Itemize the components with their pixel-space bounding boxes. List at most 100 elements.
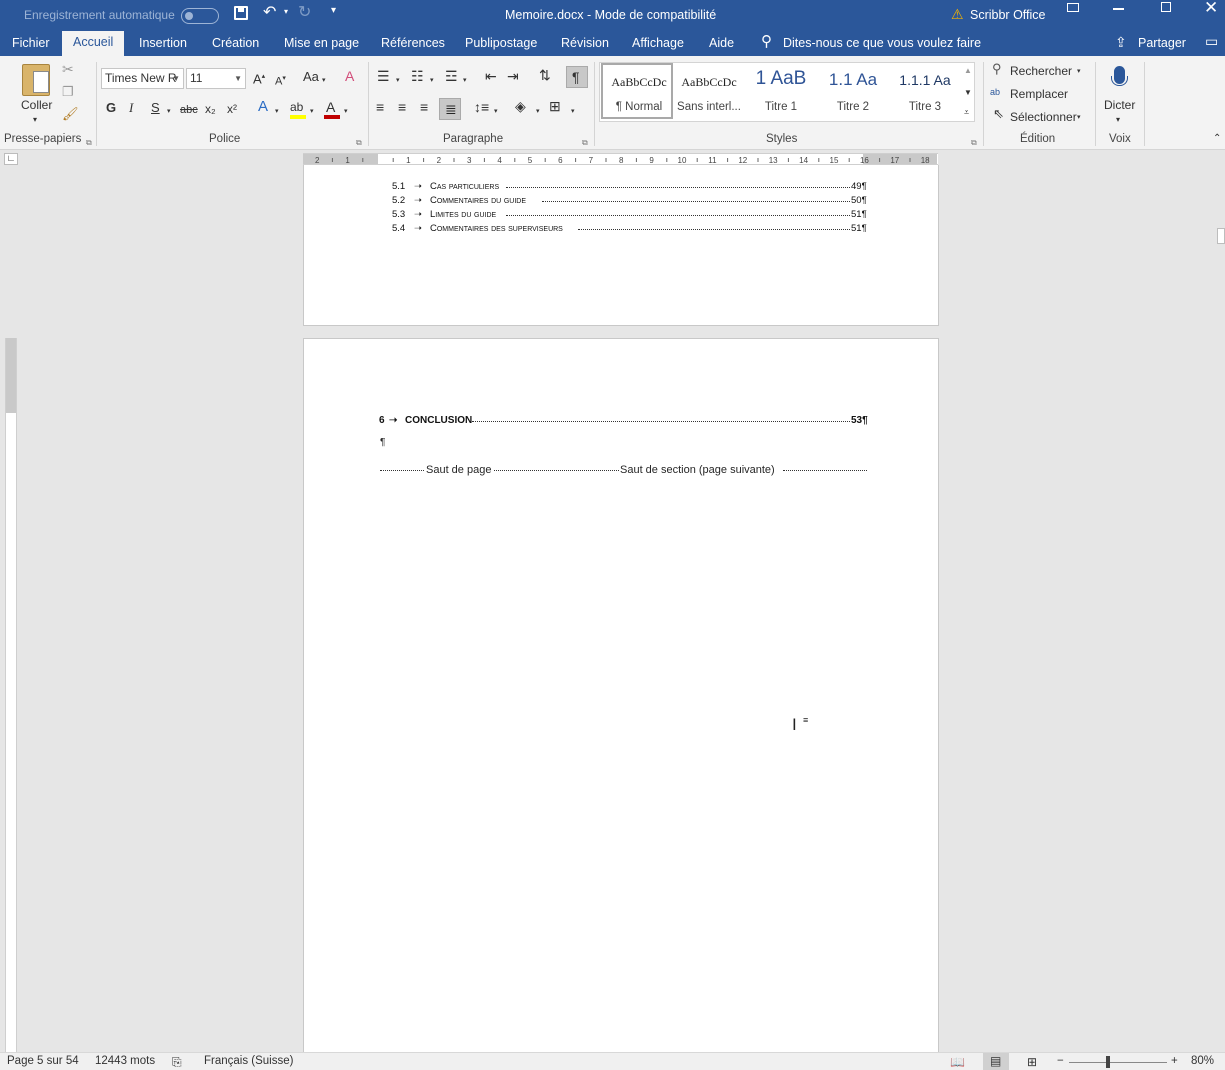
justify-button[interactable]: ≣ (439, 98, 461, 120)
comments-icon[interactable]: ▭ (1205, 33, 1218, 50)
horizontal-ruler[interactable]: 2 1 1 2 3 4 5 6 7 8 9 10 11 12 13 14 15 16 17 18 (303, 153, 938, 165)
close-icon[interactable]: ✕ (1204, 0, 1218, 18)
tab-aide[interactable]: Aide (709, 34, 734, 56)
text-effects-icon[interactable]: A (258, 99, 268, 114)
tab-publipostage[interactable]: Publipostage (465, 34, 537, 56)
select-dropdown-icon[interactable]: ▾ (1077, 111, 1081, 125)
zoom-out-icon[interactable]: − (1057, 1055, 1064, 1067)
align-center-icon[interactable]: ≡ (398, 100, 406, 114)
vertical-scrollbar[interactable] (1217, 153, 1225, 1052)
vertical-ruler[interactable] (5, 338, 17, 1052)
scroll-thumb[interactable] (1217, 228, 1225, 244)
find-button[interactable]: Rechercher (1010, 64, 1072, 78)
decrease-indent-icon[interactable]: ⇤ (485, 69, 497, 83)
toc-entry[interactable]: 5.1 ➝ Cas particuliers 49¶ (392, 181, 872, 195)
bullets-dropdown-icon[interactable]: ▾ (396, 74, 400, 88)
print-layout-button[interactable]: ▤ (983, 1053, 1009, 1070)
ribbon-display-options-icon[interactable] (1067, 3, 1079, 12)
grow-font-icon[interactable]: A▴ (253, 70, 265, 86)
copy-icon[interactable]: ❐ (62, 85, 74, 99)
borders-icon[interactable]: ⊞ (549, 99, 561, 113)
zoom-in-icon[interactable]: + (1171, 1055, 1178, 1067)
tab-references[interactable]: Références (381, 34, 445, 56)
line-spacing-icon[interactable]: ↕≡ (474, 100, 489, 114)
undo-dropdown-icon[interactable]: ▾ (284, 7, 288, 16)
save-icon[interactable] (234, 6, 248, 20)
styles-scroll-down-icon[interactable]: ▼ (964, 86, 972, 100)
zoom-slider[interactable] (1069, 1062, 1167, 1063)
paragraph-launcher-icon[interactable]: ⧉ (582, 136, 588, 150)
styles-scroll-up-icon[interactable]: ▲ (964, 64, 972, 78)
strikethrough-button[interactable]: abc (180, 103, 198, 117)
styles-more-icon[interactable]: ⩡ (964, 105, 969, 119)
autosave-toggle[interactable] (181, 8, 219, 24)
dictate-button[interactable]: Dicter (1104, 98, 1135, 112)
font-launcher-icon[interactable]: ⧉ (356, 136, 362, 150)
highlight-dropdown-icon[interactable]: ▾ (310, 105, 314, 119)
multilevel-dropdown-icon[interactable]: ▾ (463, 74, 467, 88)
tab-creation[interactable]: Création (212, 34, 259, 56)
zoom-level[interactable]: 80% (1191, 1055, 1214, 1067)
font-name-combo[interactable]: Times New R ▼ (101, 68, 184, 89)
line-spacing-dropdown-icon[interactable]: ▾ (494, 105, 498, 119)
replace-button[interactable]: Remplacer (1010, 87, 1068, 101)
numbering-icon[interactable]: ☷ (411, 69, 424, 83)
page-current[interactable]: 6 ➝ CONCLUSION 53¶ ¶ Saut de page Saut d… (303, 338, 939, 1052)
tell-me-input[interactable]: Dites-nous ce que vous voulez faire (783, 34, 981, 56)
style-heading-2[interactable]: 1.1 Aa Titre 2 (817, 63, 889, 119)
clipboard-launcher-icon[interactable]: ⧉ (86, 136, 92, 150)
style-normal[interactable]: AaBbCcDc ¶ Normal (601, 63, 673, 119)
bullets-icon[interactable]: ☰ (377, 69, 390, 83)
font-color-icon[interactable]: A (326, 100, 335, 114)
addin-label[interactable]: Scribbr Office (970, 8, 1046, 22)
styles-launcher-icon[interactable]: ⧉ (971, 136, 977, 150)
font-size-combo[interactable]: 11 ▼ (186, 68, 246, 89)
tab-accueil[interactable]: Accueil (62, 31, 125, 56)
subscript-button[interactable]: x₂ (205, 102, 216, 116)
web-layout-icon[interactable]: ⊞ (1027, 1055, 1037, 1069)
show-marks-button[interactable]: ¶ (566, 66, 588, 88)
tab-fichier[interactable]: Fichier (12, 34, 50, 56)
proofing-icon[interactable]: ⎘ (172, 1055, 182, 1070)
customize-quick-access-icon[interactable]: ▾ (331, 5, 336, 16)
italic-button[interactable]: I (129, 101, 133, 115)
underline-button[interactable]: S (151, 101, 160, 115)
paste-dropdown-icon[interactable]: ▾ (33, 113, 37, 127)
format-painter-icon[interactable]: 🖌 (62, 107, 79, 121)
align-right-icon[interactable]: ≡ (420, 100, 428, 114)
change-case-button[interactable]: Aa (303, 70, 319, 84)
read-mode-icon[interactable]: 📖 (950, 1055, 965, 1069)
shading-icon[interactable]: ◈ (515, 99, 526, 113)
tab-insertion[interactable]: Insertion (139, 34, 187, 56)
collapse-ribbon-icon[interactable]: ⌃ (1213, 132, 1221, 146)
share-button[interactable]: Partager (1138, 34, 1186, 56)
language[interactable]: Français (Suisse) (204, 1055, 293, 1067)
font-color-dropdown-icon[interactable]: ▾ (344, 105, 348, 119)
redo-icon[interactable]: ↻ (298, 2, 311, 22)
empty-paragraph-mark[interactable]: ¶ (380, 437, 385, 448)
style-heading-3[interactable]: 1.1.1 Aa Titre 3 (889, 63, 961, 119)
dictate-dropdown-icon[interactable]: ▾ (1116, 113, 1120, 127)
page-count[interactable]: Page 5 sur 54 (7, 1055, 79, 1067)
select-button[interactable]: Sélectionner (1010, 110, 1077, 124)
tab-mise-en-page[interactable]: Mise en page (284, 34, 359, 56)
tab-revision[interactable]: Révision (561, 34, 609, 56)
numbering-dropdown-icon[interactable]: ▾ (430, 74, 434, 88)
minimize-icon[interactable] (1113, 8, 1124, 10)
bold-button[interactable]: G (106, 101, 116, 115)
tab-affichage[interactable]: Affichage (632, 34, 684, 56)
find-dropdown-icon[interactable]: ▾ (1077, 65, 1081, 79)
toc-entry[interactable]: 5.4 ➝ Commentaires des superviseurs 51¶ (392, 223, 872, 237)
cut-icon[interactable]: ✂ (62, 62, 74, 76)
align-left-icon[interactable]: ≡ (376, 100, 384, 114)
toc-entry[interactable]: 5.2 ➝ Commentaires du guide 50¶ (392, 195, 872, 209)
toc-entry-conclusion[interactable]: 6 ➝ CONCLUSION 53¶ (379, 415, 879, 429)
page-previous[interactable]: 5.1 ➝ Cas particuliers 49¶ 5.2 ➝ Comment… (303, 165, 939, 326)
toc-entry[interactable]: 5.3 ➝ Limites du guide 51¶ (392, 209, 872, 223)
shading-dropdown-icon[interactable]: ▾ (536, 105, 540, 119)
clear-formatting-icon[interactable]: A (345, 69, 354, 83)
word-count[interactable]: 12443 mots (95, 1055, 155, 1067)
tab-selector[interactable]: ∟ (4, 153, 18, 165)
paste-icon[interactable] (22, 64, 50, 96)
highlight-icon[interactable]: ab (290, 100, 303, 114)
